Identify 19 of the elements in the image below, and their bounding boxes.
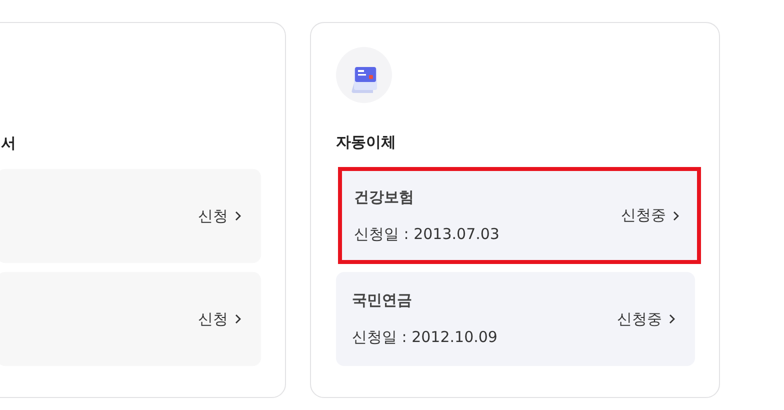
list-item[interactable]: 국민연금 신청일 : 2012.10.09 신청중	[336, 272, 695, 366]
item-name: 국민연금	[352, 291, 413, 310]
card-icon	[336, 47, 392, 103]
item-date: 신청일 : 2012.10.09	[352, 328, 498, 347]
action-link[interactable]: 신청	[198, 206, 228, 226]
chevron-icon	[235, 314, 241, 324]
list-item[interactable]: 신청	[0, 169, 261, 263]
action-link[interactable]: 신청	[198, 310, 228, 328]
item-date: 신청일 : 2013.07.03	[354, 224, 500, 244]
chevron-icon	[669, 314, 675, 324]
chevron-icon	[235, 211, 241, 221]
status-link[interactable]: 신청중	[621, 206, 666, 225]
list-item[interactable]: 건강보험 신청일 : 2013.07.03 신청중	[338, 167, 701, 264]
status-link[interactable]: 신청중	[617, 310, 662, 328]
chevron-icon	[673, 210, 679, 220]
card-title: 자동이체	[336, 133, 397, 153]
item-name: 건강보험	[354, 188, 415, 206]
list-item[interactable]: 신청	[0, 272, 261, 366]
card-title: 서	[1, 134, 16, 152]
